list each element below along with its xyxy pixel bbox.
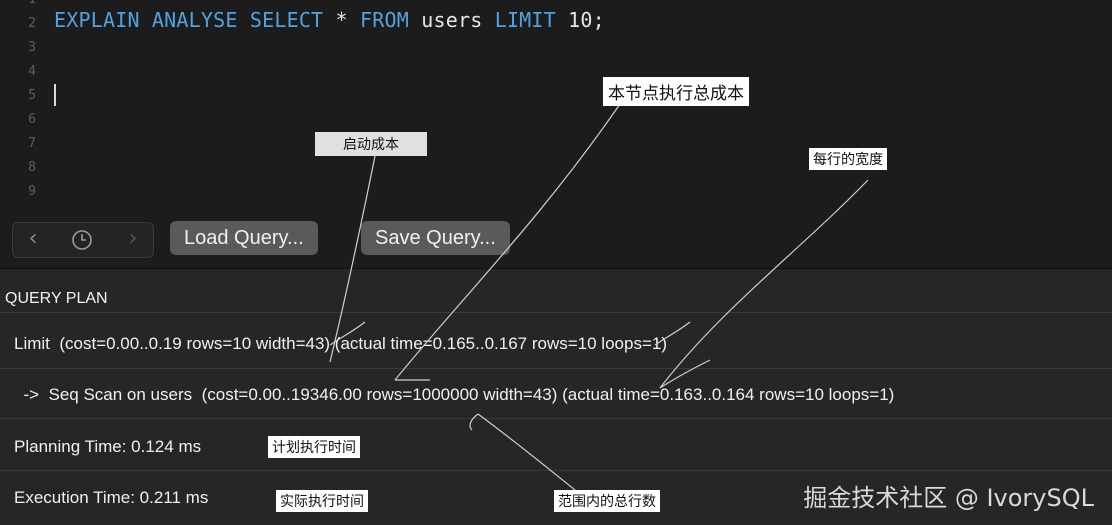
save-query-button[interactable]: Save Query... xyxy=(361,221,510,255)
line-number: 8 xyxy=(28,160,36,175)
sql-literal: 10; xyxy=(555,8,605,32)
annotation-total-rows: 范围内的总行数 xyxy=(554,490,660,512)
query-toolbar: ‹ › Load Query... Save Query... xyxy=(0,212,1112,268)
line-number: 1 xyxy=(0,0,36,7)
annotation-planning-time: 计划执行时间 xyxy=(268,436,360,458)
query-plan-header: QUERY PLAN xyxy=(0,268,1112,313)
line-number: 2 xyxy=(28,16,36,31)
history-nav-group: ‹ › xyxy=(12,222,154,258)
plan-row-text: Execution Time: 0.211 ms xyxy=(14,488,209,507)
line-number: 4 xyxy=(28,64,36,79)
sql-identifier: users xyxy=(409,8,495,32)
plan-row-text: -> Seq Scan on users (cost=0.00..19346.0… xyxy=(14,385,895,404)
watermark: 掘金技术社区 @ IvorySQL xyxy=(803,484,1094,512)
line-number: 5 xyxy=(28,88,36,103)
annotation-row-width: 每行的宽度 xyxy=(809,148,887,170)
sql-keyword: LIMIT xyxy=(494,8,556,32)
sql-keyword: FROM xyxy=(360,8,410,32)
clock-icon[interactable] xyxy=(71,229,93,251)
sql-code-line[interactable]: EXPLAIN ANALYSE SELECT * FROM users LIMI… xyxy=(54,8,605,32)
plan-row[interactable]: -> Seq Scan on users (cost=0.00..19346.0… xyxy=(0,368,1112,419)
chevron-left-icon[interactable]: ‹ xyxy=(19,226,47,254)
text-cursor xyxy=(54,84,56,106)
line-number: 7 xyxy=(28,136,36,151)
line-number: 3 xyxy=(28,40,36,55)
column-header: QUERY PLAN xyxy=(5,290,108,307)
line-number: 9 xyxy=(28,184,36,199)
sql-operator: * xyxy=(323,8,361,32)
plan-row[interactable]: Limit (cost=0.00..0.19 rows=10 width=43)… xyxy=(0,312,1112,369)
annotation-startup-cost: 启动成本 xyxy=(315,132,427,156)
plan-row[interactable]: Planning Time: 0.124 ms xyxy=(0,418,1112,471)
sql-keyword: EXPLAIN ANALYSE SELECT xyxy=(54,8,324,32)
line-number: 6 xyxy=(28,112,36,127)
plan-row-text: Limit (cost=0.00..0.19 rows=10 width=43)… xyxy=(14,334,667,353)
load-query-button[interactable]: Load Query... xyxy=(170,221,318,255)
annotation-execution-time: 实际执行时间 xyxy=(276,490,368,512)
plan-row-text: Planning Time: 0.124 ms xyxy=(14,437,202,456)
annotation-total-cost: 本节点执行总成本 xyxy=(603,77,749,106)
chevron-right-icon[interactable]: › xyxy=(119,226,147,254)
sql-editor[interactable]: 1 2 3 4 5 6 7 8 9 EXPLAIN ANALYSE SELECT… xyxy=(0,0,1112,212)
line-number-gutter: 1 2 3 4 5 6 7 8 9 xyxy=(0,0,40,212)
